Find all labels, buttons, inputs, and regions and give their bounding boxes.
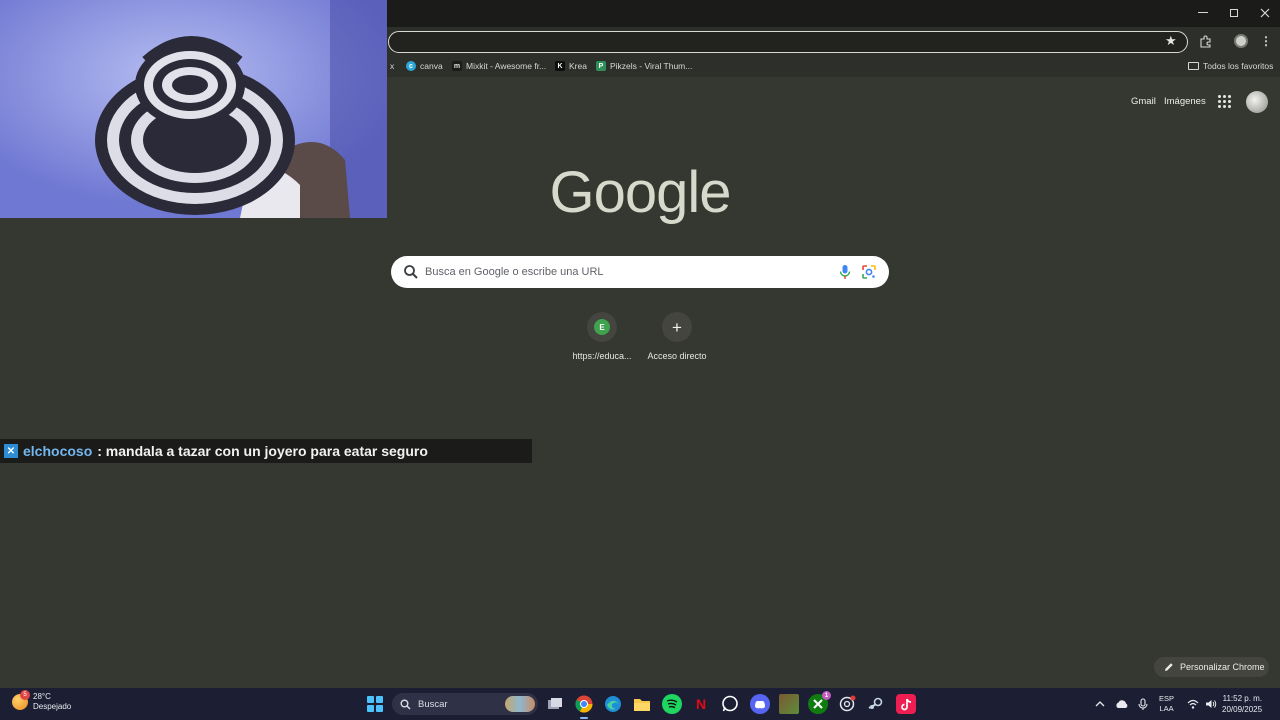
chat-username: elchocoso [23,443,93,459]
discord-icon[interactable] [750,694,770,714]
bookmark-star-icon[interactable]: ★ [1165,33,1177,49]
mixkit-icon: m [452,61,462,71]
maximize-button[interactable] [1219,4,1249,22]
pencil-icon [1165,663,1173,671]
google-logo: Google [549,160,731,225]
shortcut-label: https://educa... [572,351,632,361]
shortcut-add[interactable]: + Acceso directo [642,312,712,361]
gmail-link[interactable]: Gmail [1131,96,1156,107]
customize-label: Personalizar Chrome [1180,662,1265,672]
bookmark-label: canva [420,61,443,71]
minecraft-icon[interactable] [779,694,799,714]
minimize-button[interactable] [1188,4,1218,22]
onedrive-cloud-icon[interactable] [1115,688,1129,720]
chrome-menu-icon[interactable]: ⋮ [1258,33,1274,49]
weather-temperature: 28°C [33,692,51,701]
platform-icon: ✕ [4,444,18,458]
bookmark-pikzels[interactable]: P Pikzels - Viral Thum... [596,61,692,71]
search-highlight-image [505,696,535,712]
close-icon [1260,8,1270,18]
customize-chrome-button[interactable]: Personalizar Chrome [1154,657,1269,677]
weather-description: Despejado [33,702,72,711]
windows-start-icon[interactable] [367,696,383,712]
bookmark-label: Mixkit - Awesome fr... [466,61,547,71]
plus-icon: + [672,317,682,337]
system-clock[interactable]: 11:52 p. m. 20/09/2025 [1222,688,1262,720]
bookmark-canva[interactable]: c canva [406,61,443,71]
all-bookmarks-button[interactable]: Todos los favoritos [1188,61,1273,71]
whatsapp-icon[interactable] [720,694,740,714]
educa-favicon-icon: E [594,319,610,335]
google-apps-icon[interactable] [1218,95,1231,108]
tiktok-icon[interactable] [896,694,916,714]
microphone-icon[interactable] [1138,688,1148,720]
microphone-icon[interactable] [838,264,852,280]
images-link[interactable]: Imágenes [1164,96,1206,107]
google-lens-icon[interactable] [861,264,877,280]
taskbar-search[interactable]: Buscar [392,693,538,715]
maximize-icon [1230,9,1238,17]
spotify-icon[interactable] [662,694,682,714]
netflix-icon[interactable]: N [691,694,711,714]
show-hidden-icons-chevron-up-icon[interactable] [1095,688,1105,720]
webcam-overlay [0,0,387,218]
xbox-icon[interactable]: 1 [808,691,831,714]
all-bookmarks-label: Todos los favoritos [1203,61,1274,71]
stream-chat-message: ✕ elchocoso : mandala a tazar con un joy… [0,439,532,463]
shortcut-label: Acceso directo [647,351,707,361]
xbox-notification-badge: 1 [822,691,831,700]
search-icon [400,699,411,710]
search-input[interactable] [425,256,825,288]
file-explorer-icon[interactable] [632,694,652,714]
taskbar-search-label: Buscar [418,698,448,710]
webcam-feed-image [0,0,387,218]
clock-time: 11:52 p. m. [1222,694,1263,703]
folder-icon [1188,62,1199,70]
language-code: ESP [1159,694,1175,703]
clock-date: 20/09/2025 [1222,705,1263,714]
volume-icon [1206,700,1217,708]
shortcut-tile: E [587,312,617,342]
bookmark-krea[interactable]: K Krea [555,61,587,71]
edge-icon[interactable] [603,694,623,714]
account-avatar[interactable] [1246,91,1268,113]
pikzels-icon: P [596,61,606,71]
bookmark-label: Krea [569,61,587,71]
wifi-icon [1187,699,1199,709]
close-button[interactable] [1250,4,1280,22]
minimize-icon [1198,12,1208,13]
shortcut-tile: + [662,312,692,342]
shortcut-educa[interactable]: E https://educa... [567,312,637,361]
krea-icon: K [555,61,565,71]
weather-widget[interactable]: 5 28°C Despejado [12,690,72,712]
steam-icon[interactable] [866,694,886,714]
extensions-icon[interactable] [1197,33,1213,49]
chatgpt-icon[interactable] [837,694,857,714]
keyboard-layout: LAA [1159,704,1174,713]
bookmark-mixkit[interactable]: m Mixkit - Awesome fr... [452,61,546,71]
bookmark-label: x [390,61,395,71]
task-view-icon[interactable] [545,694,565,714]
input-language-indicator[interactable]: ESP LAA [1159,688,1174,720]
profile-icon[interactable] [1233,33,1249,49]
bookmark-label: Pikzels - Viral Thum... [610,61,693,71]
bookmark-x[interactable]: x [390,61,394,71]
chrome-taskbar-icon[interactable] [574,694,594,719]
address-bar[interactable] [388,31,1188,53]
weather-alert-badge: 5 [20,690,30,700]
google-search-box[interactable] [391,256,889,288]
network-volume-tray[interactable] [1187,688,1217,720]
chat-message-text: : mandala a tazar con un joyero para eat… [97,443,428,459]
weather-sun-icon: 5 [12,690,30,710]
canva-icon: c [406,61,416,71]
search-icon [404,265,418,279]
windows-taskbar: 5 28°C Despejado Buscar N 1 ESP LAA 11:5… [0,688,1280,720]
